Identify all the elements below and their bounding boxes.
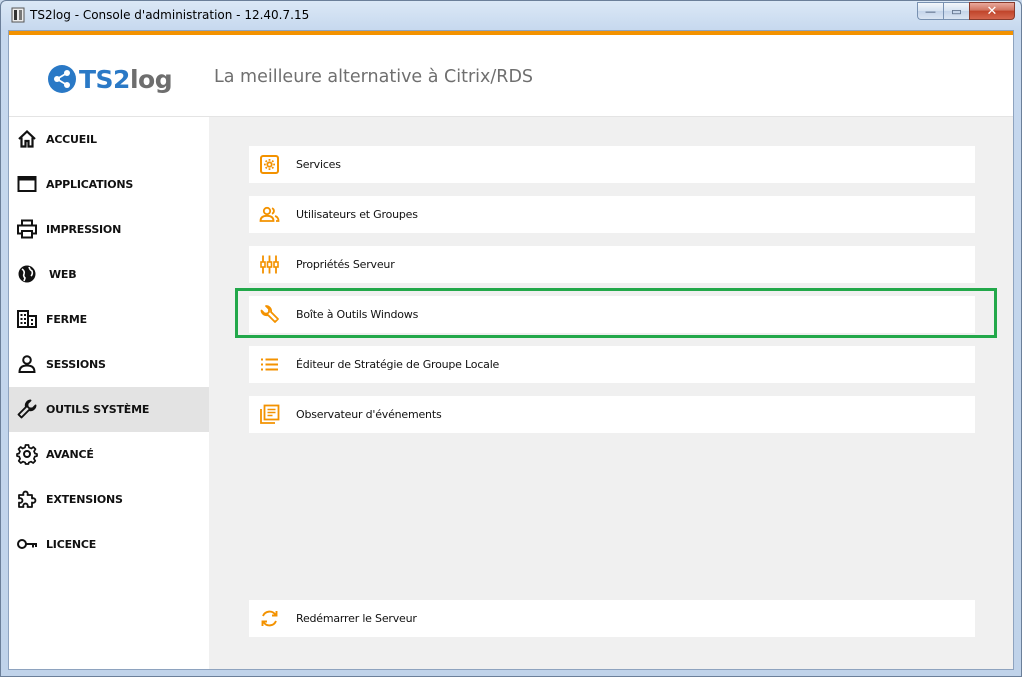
sidebar-item-accueil[interactable]: ACCUEIL bbox=[9, 117, 209, 162]
restart-server-button[interactable]: Redémarrer le Serveur bbox=[249, 600, 975, 637]
tool-item-label: Boîte à Outils Windows bbox=[296, 308, 419, 321]
logo: TS2log bbox=[47, 61, 173, 97]
sidebar-item-label: APPLICATIONS bbox=[46, 178, 134, 191]
building-icon bbox=[16, 308, 38, 330]
sidebar-item-label: SESSIONS bbox=[46, 358, 106, 371]
sidebar-item-label: EXTENSIONS bbox=[46, 493, 123, 506]
tool-item-users-groups[interactable]: Utilisateurs et Groupes bbox=[249, 196, 975, 233]
window-controls: — ▭ ✕ bbox=[917, 2, 1015, 21]
app-icon bbox=[11, 7, 25, 23]
window-icon bbox=[16, 173, 38, 195]
sidebar-item-label: IMPRESSION bbox=[46, 223, 122, 236]
tool-item-services[interactable]: Services bbox=[249, 146, 975, 183]
maximize-button[interactable]: ▭ bbox=[943, 2, 969, 20]
tool-item-label: Utilisateurs et Groupes bbox=[296, 208, 418, 221]
header: TS2log La meilleure alternative à Citrix… bbox=[9, 35, 1013, 117]
app-window: TS2log - Console d'administration - 12.4… bbox=[0, 0, 1022, 677]
minimize-icon: — bbox=[925, 4, 936, 18]
sidebar-item-label: AVANCÉ bbox=[46, 448, 94, 461]
logo-text: TS2log bbox=[79, 64, 173, 94]
wrench-icon bbox=[16, 398, 38, 420]
sidebar-item-applications[interactable]: APPLICATIONS bbox=[9, 162, 209, 207]
home-icon bbox=[16, 128, 38, 150]
sidebar-item-label: ACCUEIL bbox=[46, 133, 97, 146]
logo-text-ts2: TS2 bbox=[79, 64, 130, 94]
printer-icon bbox=[16, 218, 38, 240]
sidebar-item-ferme[interactable]: FERME bbox=[9, 297, 209, 342]
tool-item-label: Observateur d'événements bbox=[296, 408, 442, 421]
sliders-icon bbox=[259, 254, 280, 275]
tool-item-label: Services bbox=[296, 158, 341, 171]
tool-item-group-policy-editor[interactable]: Éditeur de Stratégie de Groupe Locale bbox=[249, 346, 975, 383]
globe-icon bbox=[16, 263, 38, 285]
event-log-icon bbox=[259, 404, 280, 425]
window-title: TS2log - Console d'administration - 12.4… bbox=[30, 8, 310, 22]
services-icon bbox=[259, 154, 280, 175]
close-icon: ✕ bbox=[986, 3, 998, 19]
sidebar-item-label: WEB bbox=[49, 268, 77, 281]
sidebar-item-extensions[interactable]: EXTENSIONS bbox=[9, 477, 209, 522]
users-icon bbox=[259, 204, 280, 225]
tagline: La meilleure alternative à Citrix/RDS bbox=[214, 67, 534, 87]
main-content: Services Utilisateurs et Groupes Proprié… bbox=[209, 117, 1013, 669]
sidebar-item-impression[interactable]: IMPRESSION bbox=[9, 207, 209, 252]
sidebar-item-sessions[interactable]: SESSIONS bbox=[9, 342, 209, 387]
logo-share-icon bbox=[48, 65, 76, 93]
title-bar[interactable]: TS2log - Console d'administration - 12.4… bbox=[1, 1, 1021, 30]
logo-text-log: log bbox=[129, 64, 173, 94]
tool-item-windows-toolbox[interactable]: Boîte à Outils Windows bbox=[249, 296, 975, 333]
tool-item-server-properties[interactable]: Propriétés Serveur bbox=[249, 246, 975, 283]
maximize-icon: ▭ bbox=[951, 4, 962, 18]
minimize-button[interactable]: — bbox=[917, 2, 943, 20]
sidebar-item-avance[interactable]: AVANCÉ bbox=[9, 432, 209, 477]
sidebar-item-web[interactable]: WEB bbox=[9, 252, 209, 297]
user-icon bbox=[16, 353, 38, 375]
refresh-icon bbox=[259, 608, 280, 629]
client-area: TS2log La meilleure alternative à Citrix… bbox=[8, 30, 1014, 670]
sidebar: ACCUEIL APPLICATIONS IMPRESSION WEB FERM… bbox=[9, 117, 209, 669]
sidebar-item-outils-systeme[interactable]: OUTILS SYSTÈME bbox=[9, 387, 209, 432]
tool-item-event-viewer[interactable]: Observateur d'événements bbox=[249, 396, 975, 433]
tool-item-label: Propriétés Serveur bbox=[296, 258, 395, 271]
gear-icon bbox=[16, 443, 38, 465]
sidebar-item-label: OUTILS SYSTÈME bbox=[46, 403, 150, 416]
wrench-icon bbox=[259, 304, 280, 325]
sidebar-item-licence[interactable]: LICENCE bbox=[9, 522, 209, 567]
tool-item-label: Éditeur de Stratégie de Groupe Locale bbox=[296, 358, 500, 371]
sidebar-item-label: LICENCE bbox=[46, 538, 97, 551]
close-button[interactable]: ✕ bbox=[969, 2, 1015, 20]
sidebar-item-label: FERME bbox=[46, 313, 87, 326]
restart-server-label: Redémarrer le Serveur bbox=[296, 612, 417, 625]
puzzle-icon bbox=[16, 488, 38, 510]
list-icon bbox=[259, 354, 280, 375]
key-icon bbox=[16, 533, 38, 555]
